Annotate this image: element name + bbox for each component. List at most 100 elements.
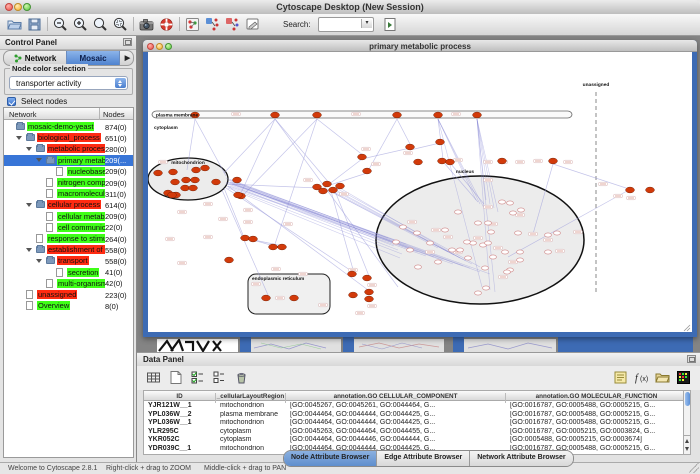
- graph-node[interactable]: [233, 177, 242, 183]
- graph-node[interactable]: [171, 179, 180, 185]
- annotation-icon[interactable]: [244, 16, 261, 33]
- graph-node[interactable]: [349, 292, 358, 298]
- scroll-up-icon[interactable]: [685, 439, 689, 443]
- graph-node[interactable]: [189, 185, 198, 191]
- graph-node[interactable]: [414, 159, 423, 165]
- tab-node-attribute-browser[interactable]: Node Attribute Browser: [284, 451, 377, 466]
- graph-node-small[interactable]: [400, 225, 407, 229]
- graph-node-small[interactable]: [502, 250, 509, 254]
- graph-node-small[interactable]: [488, 230, 495, 234]
- graph-node[interactable]: [169, 169, 178, 175]
- graph-node-small[interactable]: [393, 240, 400, 244]
- scrollbar-arrows[interactable]: [684, 435, 690, 454]
- graph-node-small[interactable]: [518, 208, 525, 212]
- tree-row[interactable]: unassigned223(0): [4, 289, 133, 300]
- graph-node-small[interactable]: [457, 248, 464, 252]
- graph-node[interactable]: [249, 236, 258, 242]
- expand-arrow-icon[interactable]: [26, 203, 32, 207]
- graph-node-small[interactable]: [442, 228, 449, 232]
- graph-node[interactable]: [348, 271, 357, 277]
- graph-node-small[interactable]: [475, 291, 482, 295]
- graph-node-small[interactable]: [435, 260, 442, 264]
- graph-node-small[interactable]: [475, 221, 482, 225]
- resize-grip-icon[interactable]: [689, 463, 699, 473]
- tree-row[interactable]: biological_process651(0): [4, 132, 133, 143]
- graph-node[interactable]: [225, 257, 234, 263]
- tree-row[interactable]: response to stimulu264(0): [4, 233, 133, 244]
- layout-blue-icon[interactable]: [204, 16, 221, 33]
- graph-node[interactable]: [365, 296, 374, 302]
- graph-node[interactable]: [212, 179, 221, 185]
- unselect-attributes-icon[interactable]: [211, 369, 228, 386]
- tab-mosaic[interactable]: Mosaic: [66, 51, 120, 65]
- search-input[interactable]: ▾: [318, 17, 374, 32]
- save-icon[interactable]: [26, 16, 43, 33]
- graph-node[interactable]: [646, 187, 655, 193]
- snapshot-icon[interactable]: [138, 16, 155, 33]
- scrollbar-thumb[interactable]: [685, 392, 690, 406]
- graph-node-small[interactable]: [517, 258, 524, 262]
- graph-node[interactable]: [363, 168, 372, 174]
- graph-node-small[interactable]: [483, 286, 490, 290]
- graph-node-small[interactable]: [490, 255, 497, 259]
- graph-node[interactable]: [365, 289, 374, 295]
- tree-row[interactable]: metabolic process280(0): [4, 143, 133, 154]
- graph-node[interactable]: [271, 112, 280, 118]
- graph-node[interactable]: [434, 112, 443, 118]
- tab-network[interactable]: Network: [4, 51, 66, 65]
- graph-node[interactable]: [313, 112, 322, 118]
- graph-node[interactable]: [290, 295, 299, 301]
- zoom-out-icon[interactable]: [52, 16, 69, 33]
- graph-node[interactable]: [438, 158, 447, 164]
- table-row[interactable]: YLR295Ccytoplasm[GO:0045263, GO:0044464,…: [144, 427, 688, 436]
- notes-icon[interactable]: [612, 369, 629, 386]
- tree-row[interactable]: Overview8(0): [4, 300, 133, 311]
- expand-arrow-icon[interactable]: [16, 136, 22, 140]
- graph-node-small[interactable]: [427, 241, 434, 245]
- graph-node[interactable]: [323, 181, 332, 187]
- attribute-matrix-icon[interactable]: [675, 369, 692, 386]
- network-window-titlebar[interactable]: primary metabolic process: [143, 40, 697, 52]
- graph-node-small[interactable]: [517, 250, 524, 254]
- new-attribute-icon[interactable]: [167, 369, 184, 386]
- app-titlebar[interactable]: Cytoscape Desktop (New Session): [0, 0, 700, 15]
- graph-node[interactable]: [182, 177, 191, 183]
- layout-red-icon[interactable]: [224, 16, 241, 33]
- graph-node[interactable]: [363, 275, 372, 281]
- graph-node[interactable]: [234, 192, 243, 198]
- delete-attribute-icon[interactable]: [233, 369, 250, 386]
- tree-row[interactable]: secretion41(0): [4, 267, 133, 278]
- graph-node-small[interactable]: [554, 231, 561, 235]
- graph-node[interactable]: [192, 167, 201, 173]
- expand-arrow-icon[interactable]: [26, 248, 32, 252]
- graph-node[interactable]: [269, 244, 278, 250]
- graph-node-small[interactable]: [485, 241, 492, 245]
- graph-node[interactable]: [191, 177, 200, 183]
- color-attribute-combobox[interactable]: transporter activity: [9, 76, 128, 90]
- graph-node[interactable]: [436, 139, 445, 145]
- graph-node-small[interactable]: [407, 248, 414, 252]
- graph-node[interactable]: [626, 187, 635, 193]
- graph-node[interactable]: [473, 112, 482, 118]
- graph-node-small[interactable]: [499, 200, 506, 204]
- graph-node-small[interactable]: [545, 233, 552, 237]
- graph-node[interactable]: [549, 158, 558, 164]
- network-canvas[interactable]: plasma membranecytoplasmmitochondrionnuc…: [148, 52, 692, 332]
- table-row[interactable]: YPL036W__2plasma membrane[GO:0044464, GO…: [144, 410, 688, 419]
- graph-node[interactable]: [168, 192, 177, 198]
- graph-node[interactable]: [393, 112, 402, 118]
- graph-node-small[interactable]: [515, 231, 522, 235]
- tree-row[interactable]: nucleobase-209(0): [4, 166, 133, 177]
- float-panel-icon[interactable]: [123, 38, 132, 46]
- network-overview-icon[interactable]: [184, 16, 201, 33]
- select-nodes-checkbox[interactable]: [7, 97, 16, 106]
- tree-row[interactable]: transport558(0): [4, 255, 133, 266]
- tree-row[interactable]: mosaic-demo-yeast874(0): [4, 121, 133, 132]
- graph-node[interactable]: [154, 170, 163, 176]
- graph-node[interactable]: [498, 158, 507, 164]
- graph-node-small[interactable]: [464, 240, 471, 244]
- attribute-batch-icon[interactable]: [145, 369, 162, 386]
- tree-row[interactable]: macromolecule311(0): [4, 188, 133, 199]
- tab-edge-attribute-browser[interactable]: Edge Attribute Browser: [377, 451, 470, 466]
- select-attributes-icon[interactable]: [189, 369, 206, 386]
